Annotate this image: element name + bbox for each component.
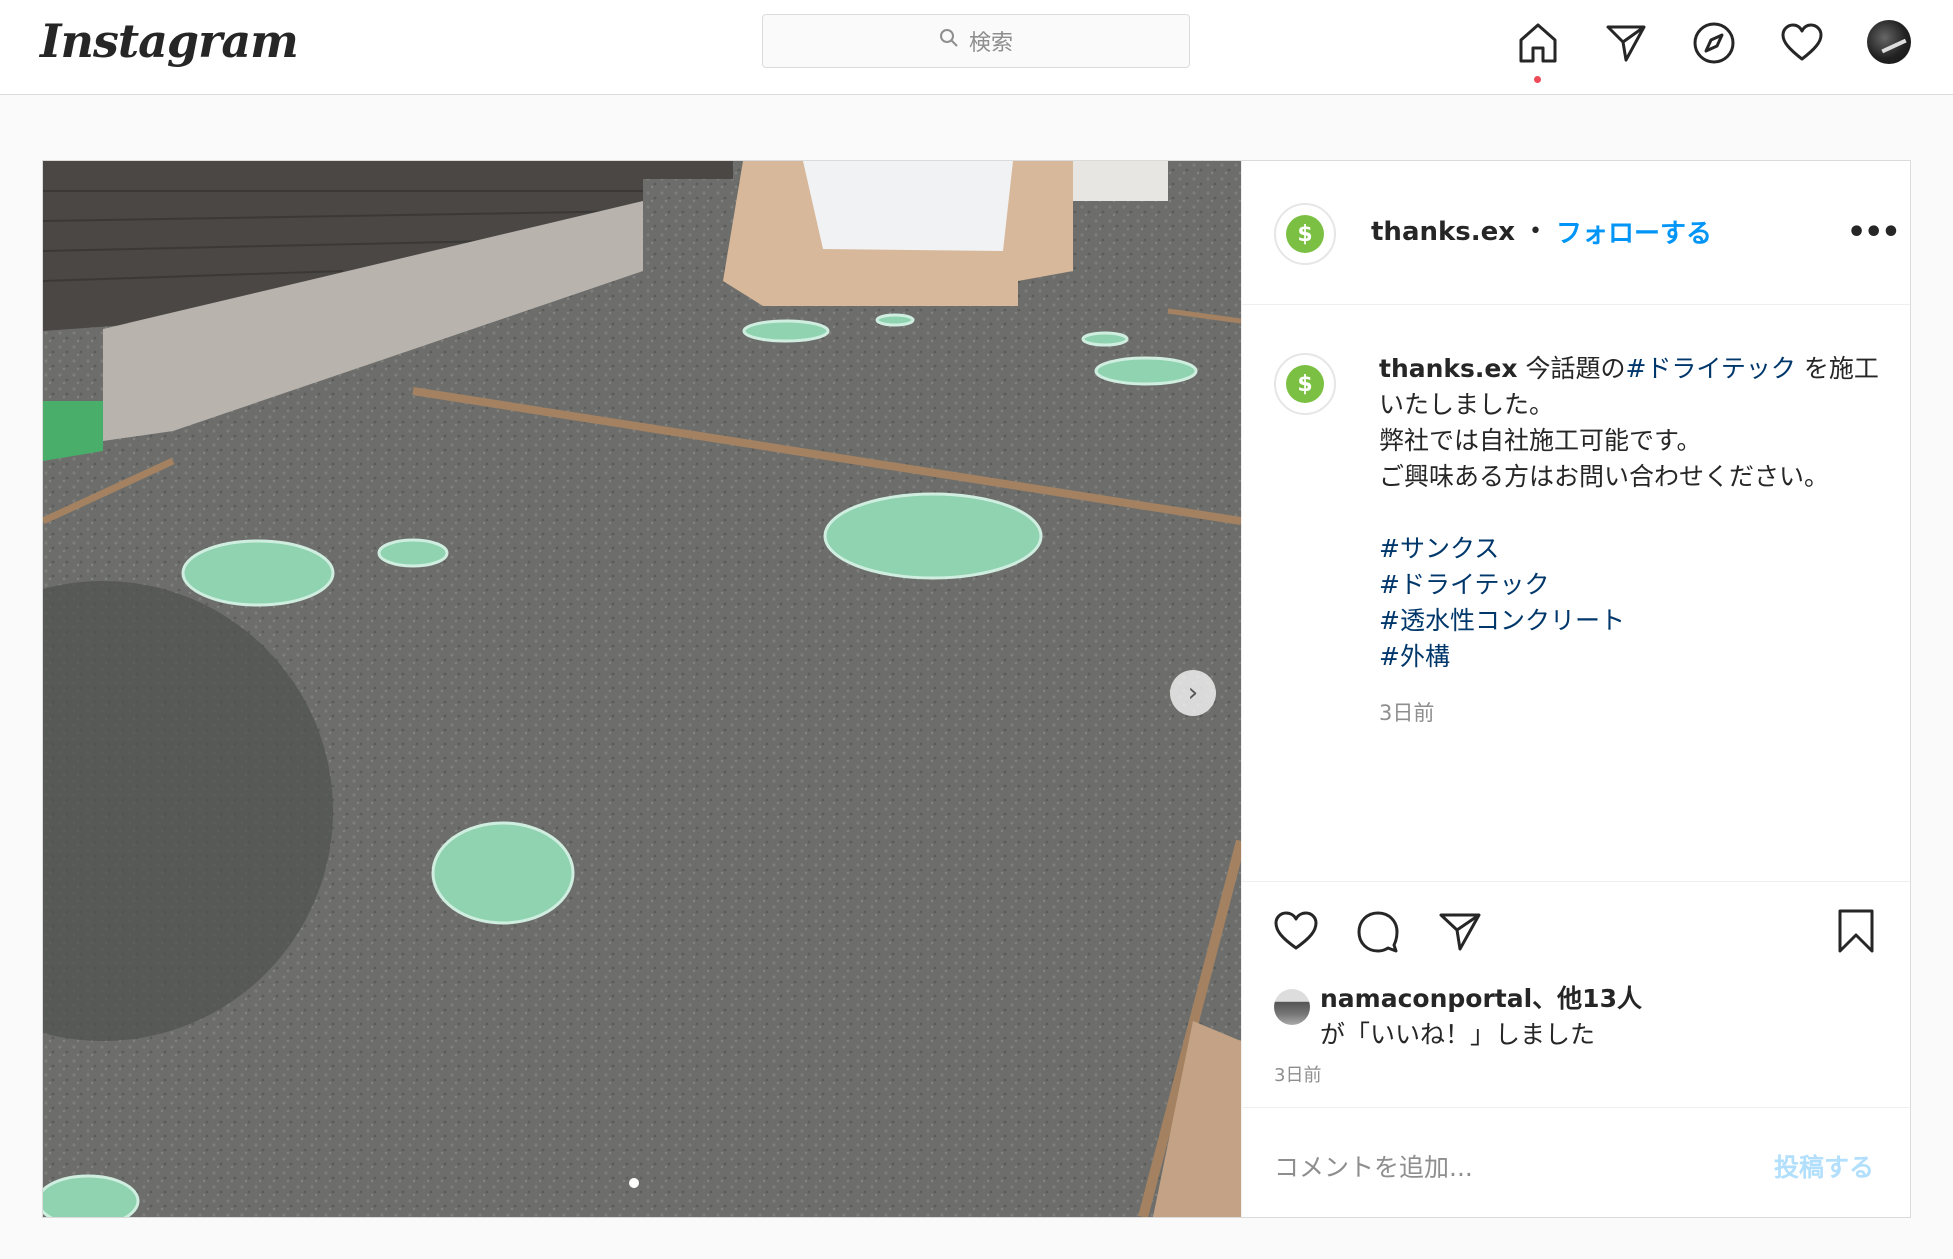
direct-message-icon[interactable]	[1603, 20, 1649, 66]
search-icon	[939, 28, 959, 54]
post-sidebar: $ thanks.ex • フォローする ••• $ thanks.ex 今話題…	[1241, 161, 1910, 1217]
follow-button[interactable]: フォローする	[1556, 213, 1712, 250]
search-placeholder: 検索	[968, 31, 1013, 56]
bookmark-icon[interactable]	[1832, 907, 1880, 955]
instagram-logo[interactable]: Instagram	[40, 14, 299, 68]
caption-text: 今話題の	[1517, 354, 1626, 383]
concrete-photo	[43, 161, 1241, 1217]
hashtag-link[interactable]: #ドライテック	[1379, 567, 1889, 603]
post-comment-button[interactable]: 投稿する	[1774, 1148, 1874, 1184]
carousel-indicator	[629, 1178, 639, 1188]
caption: thanks.ex 今話題の#ドライテック を施工いたしました。 弊社では自社施…	[1379, 351, 1889, 731]
likes-suffix: が「いいね！」しました	[1320, 1020, 1596, 1049]
caption-line: ご興味ある方はお問い合わせください。	[1379, 462, 1830, 491]
next-photo-button[interactable]: ›	[1170, 670, 1216, 716]
caption-username[interactable]: thanks.ex	[1379, 354, 1518, 383]
like-heart-icon[interactable]	[1272, 907, 1320, 955]
post-header: $ thanks.ex • フォローする •••	[1242, 161, 1910, 305]
dollar-logo-icon: $	[1286, 215, 1324, 253]
post-card: › $ thanks.ex • フォローする ••• $ thanks.ex 今…	[42, 160, 1911, 1218]
likes-others-count[interactable]: 、他13人	[1532, 984, 1642, 1013]
likes-text: namaconportal、他13人 が「いいね！」しました	[1320, 981, 1890, 1053]
hashtag-link[interactable]: #サンクス	[1379, 531, 1889, 567]
post-timestamp[interactable]: 3日前	[1274, 1061, 1321, 1087]
top-navigation-bar: Instagram 検索	[0, 0, 1953, 95]
hashtag-link[interactable]: #外構	[1379, 639, 1889, 675]
profile-avatar[interactable]	[1867, 20, 1911, 64]
author-line: thanks.ex • フォローする	[1371, 213, 1712, 250]
caption-timestamp[interactable]: 3日前	[1379, 695, 1889, 731]
caption-line: 弊社では自社施工可能です。	[1379, 426, 1702, 455]
comment-bar: コメントを追加... 投稿する	[1242, 1107, 1910, 1217]
hashtag-link[interactable]: #ドライテック	[1625, 354, 1795, 383]
comment-icon[interactable]	[1354, 907, 1402, 955]
separator-dot: •	[1529, 219, 1543, 244]
author-avatar[interactable]: $	[1274, 203, 1336, 265]
explore-icon[interactable]	[1691, 20, 1737, 66]
activity-heart-icon[interactable]	[1779, 20, 1825, 66]
more-options-icon[interactable]: •••	[1847, 218, 1901, 248]
actions-divider	[1242, 881, 1910, 882]
liker-username[interactable]: namaconportal	[1320, 984, 1532, 1013]
comment-input[interactable]: コメントを追加...	[1274, 1148, 1473, 1184]
home-icon[interactable]	[1515, 20, 1561, 66]
post-photo[interactable]: ›	[43, 161, 1241, 1217]
search-input[interactable]: 検索	[762, 14, 1190, 68]
author-username[interactable]: thanks.ex	[1371, 217, 1515, 247]
hashtag-link[interactable]: #透水性コンクリート	[1379, 603, 1889, 639]
share-icon[interactable]	[1436, 907, 1484, 955]
liker-avatar[interactable]	[1274, 989, 1310, 1025]
caption-author-avatar[interactable]: $	[1274, 353, 1336, 415]
notification-dot	[1534, 76, 1541, 83]
dollar-logo-icon: $	[1286, 365, 1324, 403]
